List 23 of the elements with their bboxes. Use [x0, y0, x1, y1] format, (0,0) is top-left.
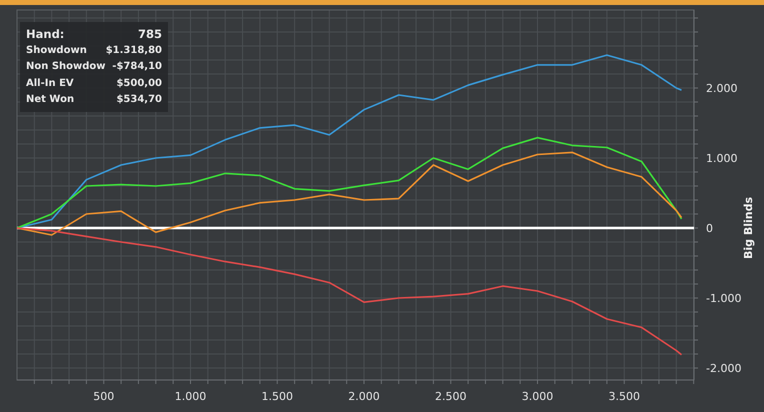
x-tick-label: 3.500: [608, 390, 640, 403]
tooltip-label: Net Won: [26, 93, 74, 107]
tooltip-value: $500,00: [116, 76, 162, 90]
tooltip-label: All-In EV: [26, 76, 74, 90]
tooltip-value: -$784,10: [112, 60, 162, 74]
x-tick-label: 500: [93, 390, 114, 403]
x-tick-label: 1.500: [262, 390, 293, 403]
tooltip-value: $534,70: [116, 93, 162, 107]
y-tick-label: 1.000: [706, 152, 738, 165]
y-axis-title: Big Blinds: [742, 196, 755, 260]
y-tick-label: 0: [706, 222, 713, 235]
y-tick-label: -1.000: [706, 292, 742, 306]
x-tick-label: 2.000: [348, 390, 380, 403]
tooltip-label: Hand:: [26, 26, 64, 42]
x-tick-label: 2.500: [435, 390, 466, 403]
y-tick-label: -2.000: [706, 362, 742, 376]
tooltip-label: Non Showdow: [26, 60, 106, 74]
x-tick-label: 1.000: [174, 390, 206, 403]
x-tick-label: 3.000: [522, 390, 554, 403]
y-tick-label: 2.000: [706, 82, 738, 95]
tooltip-value: $1.318,80: [106, 44, 162, 58]
tooltip-label: Showdown: [26, 44, 87, 58]
tooltip-value: 785: [138, 26, 162, 42]
